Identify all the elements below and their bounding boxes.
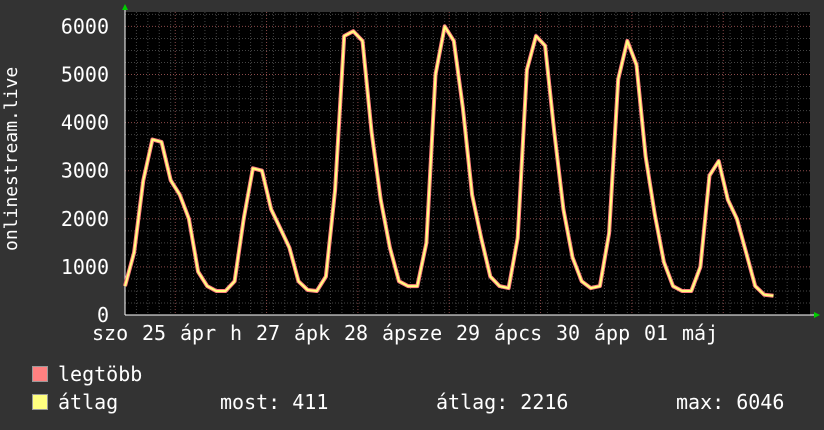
stat-max: max: 6046 xyxy=(676,390,784,414)
x-tick-label: ápsze xyxy=(382,321,442,345)
stat-current: most: 411 xyxy=(220,390,328,414)
y-axis-label: onlinestream.live xyxy=(1,66,22,251)
x-tick-label: 28 xyxy=(344,321,368,345)
stat-max-label: max: xyxy=(676,390,725,414)
y-tick-label: 5000 xyxy=(61,63,109,87)
y-tick-label: 6000 xyxy=(61,14,109,38)
x-tick-label: 29 xyxy=(456,321,480,345)
y-tick-label: 1000 xyxy=(61,255,109,279)
chart-container: 0 1000 2000 3000 4000 5000 6000 szo 25 ápr h 27 ápk 2… xyxy=(0,0,824,430)
legend-label-avg: átlag xyxy=(58,390,119,414)
stat-average: átlag: 2216 xyxy=(436,390,568,414)
x-tick-label: ápk xyxy=(294,321,330,345)
stat-average-value: 2216 xyxy=(520,390,569,414)
stat-current-label: most: xyxy=(220,390,281,414)
stat-average-label: átlag: xyxy=(436,390,509,414)
stat-current-value: 411 xyxy=(292,390,329,414)
y-tick-label: 4000 xyxy=(61,111,109,135)
x-tick-label: szo xyxy=(92,321,128,345)
legend-swatch-max xyxy=(32,366,48,382)
legend-item-avg: átlag xyxy=(32,390,118,414)
x-tick-label: 01 xyxy=(644,321,668,345)
x-tick-label: h xyxy=(230,321,242,345)
legend-item-max: legtöbb xyxy=(32,362,142,386)
x-tick-label: ápr xyxy=(180,321,216,345)
y-tick-label: 3000 xyxy=(61,159,109,183)
x-axis-arrow xyxy=(814,312,820,318)
x-tick-label: 27 xyxy=(256,321,280,345)
x-tick-label: máj xyxy=(682,321,718,345)
legend-label-max: legtöbb xyxy=(58,362,143,386)
x-tick-label: ápcs xyxy=(494,321,542,345)
legend-swatch-avg xyxy=(32,394,48,410)
y-axis-arrow xyxy=(122,4,128,10)
y-tick-label: 2000 xyxy=(61,207,109,231)
x-tick-label: ápp xyxy=(594,321,630,345)
stat-max-value: 6046 xyxy=(736,390,785,414)
x-tick-label: 25 xyxy=(142,321,166,345)
x-tick-label: 30 xyxy=(556,321,580,345)
